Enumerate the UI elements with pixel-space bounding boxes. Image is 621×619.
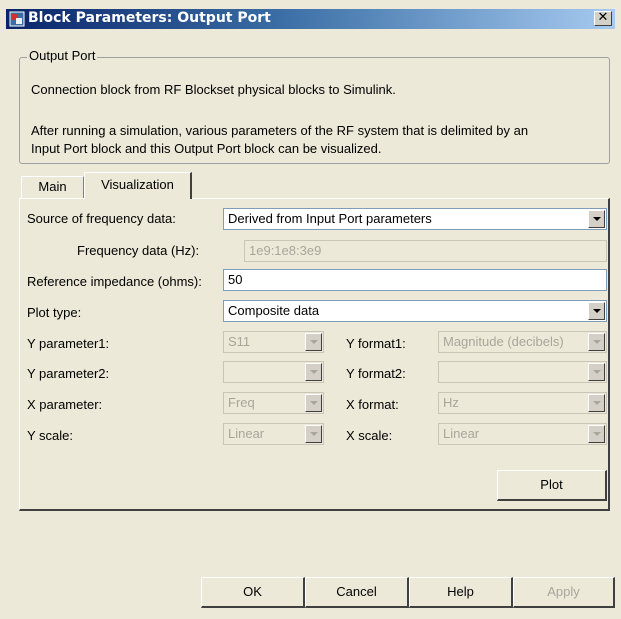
cancel-button[interactable]: Cancel — [305, 577, 409, 608]
source-label: Source of frequency data: — [27, 211, 176, 226]
freq-value: 1e9:1e8:3e9 — [249, 243, 322, 258]
y-format1-select: Magnitude (decibels) — [438, 331, 607, 353]
chevron-down-icon — [588, 363, 605, 381]
help-button[interactable]: Help — [409, 577, 513, 608]
chevron-down-icon — [305, 363, 322, 381]
window-title: Block Parameters: Output Port — [28, 10, 271, 26]
y-param1-value: S11 — [228, 334, 251, 349]
chevron-down-icon — [588, 394, 605, 412]
group-legend: Output Port — [27, 48, 98, 63]
chevron-down-icon[interactable] — [588, 210, 605, 228]
chevron-down-icon — [305, 394, 322, 412]
y-format1-label: Y format1: — [346, 336, 406, 351]
close-icon: ✕ — [597, 10, 609, 25]
x-format-label: X format: — [346, 397, 399, 412]
chevron-down-icon — [305, 425, 322, 443]
description-line-1: Connection block from RF Blockset physic… — [31, 82, 396, 97]
plot-button[interactable]: Plot — [497, 470, 607, 501]
source-value: Derived from Input Port parameters — [228, 211, 432, 226]
freq-field: 1e9:1e8:3e9 — [244, 240, 607, 262]
y-param2-label: Y parameter2: — [27, 366, 110, 381]
ref-label: Reference impedance (ohms): — [27, 274, 202, 289]
tab-main[interactable]: Main — [21, 176, 84, 198]
x-format-select: Hz — [438, 392, 607, 414]
ref-value: 50 — [228, 272, 243, 287]
y-format1-value: Magnitude (decibels) — [443, 334, 564, 349]
chevron-down-icon — [588, 425, 605, 443]
freq-label: Frequency data (Hz): — [77, 243, 200, 258]
y-param2-select — [223, 361, 324, 383]
y-scale-select: Linear — [223, 423, 324, 445]
source-select[interactable]: Derived from Input Port parameters — [223, 208, 607, 230]
x-format-value: Hz — [443, 395, 459, 410]
y-param1-label: Y parameter1: — [27, 336, 110, 351]
y-param1-select: S11 — [223, 331, 324, 353]
x-param-label: X parameter: — [27, 397, 103, 412]
x-param-value: Freq — [228, 395, 255, 410]
x-param-select: Freq — [223, 392, 324, 414]
tab-visualization[interactable]: Visualization — [84, 172, 192, 199]
plot-type-label: Plot type: — [27, 305, 82, 320]
title-bar: Block Parameters: Output Port ✕ — [0, 0, 621, 37]
y-scale-value: Linear — [228, 426, 265, 441]
x-scale-select: Linear — [438, 423, 607, 445]
chevron-down-icon — [305, 333, 322, 351]
chevron-down-icon — [588, 333, 605, 351]
ok-button[interactable]: OK — [201, 577, 305, 608]
y-format2-label: Y format2: — [346, 366, 406, 381]
description-line-2a: After running a simulation, various para… — [31, 123, 529, 138]
close-button[interactable]: ✕ — [594, 11, 612, 26]
plot-type-select[interactable]: Composite data — [223, 300, 607, 322]
description-line-2b: Input Port block and this Output Port bl… — [31, 141, 382, 156]
y-scale-label: Y scale: — [27, 428, 74, 443]
apply-button: Apply — [513, 577, 615, 608]
ref-impedance-field[interactable]: 50 — [223, 269, 607, 291]
description-line-2: After running a simulation, various para… — [31, 122, 528, 158]
x-scale-label: X scale: — [346, 428, 393, 443]
plot-type-value: Composite data — [228, 303, 320, 318]
simulink-block-icon — [9, 11, 25, 27]
chevron-down-icon[interactable] — [588, 302, 605, 320]
y-format2-select — [438, 361, 607, 383]
x-scale-value: Linear — [443, 426, 480, 441]
